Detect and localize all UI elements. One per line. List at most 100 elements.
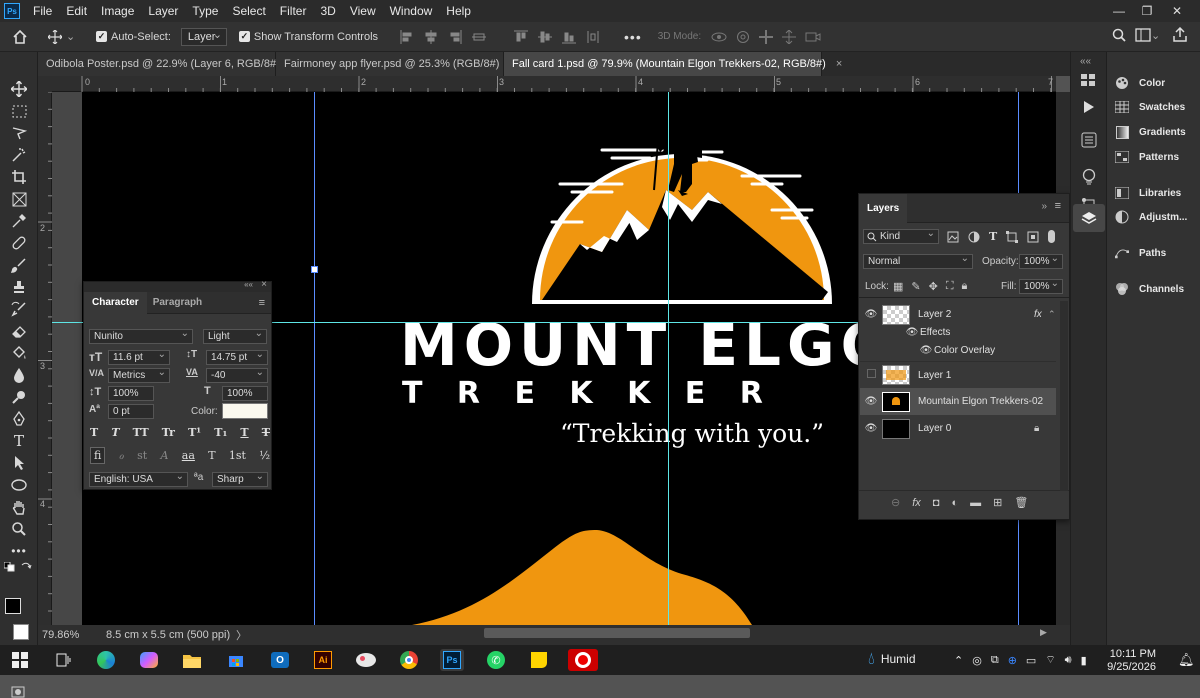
visibility-eye-icon[interactable]: 👁︎ [860,309,882,320]
photoshop-taskbar-icon[interactable]: Ps [440,649,464,671]
vertical-guide-left[interactable] [314,92,315,625]
align-vcenter-icon[interactable] [538,30,553,44]
kerning-dropdown[interactable]: Metrics [108,367,170,383]
weather-widget[interactable]: 💧︎ Humid [868,649,916,669]
tray-battery-level-icon[interactable]: ▮ [1081,654,1087,667]
tray-security-icon[interactable]: ⊕ [1008,654,1017,667]
outlook-icon[interactable]: O [268,649,292,671]
layer-row-mountain-elgon-trekkers-02[interactable]: 👁︎ Mountain Elgon Trekkers-02 [860,388,1056,415]
baseline-shift-field[interactable]: 0 pt [108,404,154,419]
show-transform-checkbox[interactable]: ✓ Show Transform Controls [238,31,378,43]
stylistic-alternates-button[interactable]: A [161,449,169,462]
paint-bucket-tool-icon[interactable] [9,344,29,362]
3d-orbit-icon[interactable] [711,30,727,44]
subscript-button[interactable]: T₁ [214,426,227,439]
color-panel-button[interactable]: Color [1115,76,1165,90]
blend-mode-dropdown[interactable]: Normal [863,253,973,269]
layer-row-layer-0[interactable]: 👁︎ Layer 0 🔒︎ [860,415,1056,442]
delete-layer-icon[interactable]: 🗑︎ [1014,496,1028,509]
lock-image-icon[interactable]: ✎ [911,280,920,293]
link-layers-icon[interactable]: ⊖ [891,496,900,509]
menu-window[interactable]: Window [383,4,440,18]
home-icon[interactable] [0,29,40,44]
titling-alternates-button[interactable]: aa [182,449,195,462]
quick-mask-icon[interactable] [11,686,25,698]
align-left-icon[interactable] [400,29,414,44]
underline-button[interactable]: T [240,426,248,439]
path-selection-tool-icon[interactable] [9,454,29,472]
channels-panel-button[interactable]: Channels [1115,282,1184,296]
visibility-eye-icon[interactable]: 👁︎ [904,327,920,338]
tab-layers[interactable]: Layers [859,194,908,223]
new-layer-icon[interactable]: ⊞ [993,496,1002,509]
menu-3d[interactable]: 3D [313,4,342,18]
expand-panels-icon[interactable]: «« [1080,56,1091,67]
whatsapp-icon[interactable]: ✆ [484,649,508,671]
ordinals-button[interactable]: T [208,449,215,462]
lock-artboard-icon[interactable]: ⛶ [946,280,954,293]
align-top-icon[interactable] [514,30,529,44]
menu-view[interactable]: View [343,4,383,18]
visibility-toggle-empty[interactable] [860,369,882,381]
type-tool-icon[interactable]: T [9,432,29,450]
horizontal-scale-field[interactable]: 100% [222,386,268,401]
menu-type[interactable]: Type [185,4,225,18]
faux-italic-button[interactable]: T [111,426,119,439]
auto-select-dropdown[interactable]: Layer [180,27,227,46]
vertical-scale-field[interactable]: 100% [108,386,154,401]
history-panel-icon[interactable] [1081,74,1095,86]
paths-panel-button[interactable]: Paths [1115,246,1166,260]
tab-fairmoney-flyer[interactable]: Fairmoney app flyer.psd @ 25.3% (RGB/8#)… [276,52,516,76]
font-style-dropdown[interactable]: Light [203,328,267,344]
new-adjustment-layer-icon[interactable]: ◐ [951,497,958,509]
swash-button[interactable]: st [137,449,147,462]
anti-alias-dropdown[interactable]: Sharp [212,471,268,487]
properties-panel-icon[interactable] [1081,132,1097,148]
menu-file[interactable]: File [26,4,59,18]
ligatures-button[interactable]: fi [90,447,106,464]
visibility-eye-icon[interactable]: 👁︎ [860,423,882,434]
collapse-panel-icon[interactable]: » [1041,201,1047,212]
superscript-button[interactable]: T¹ [188,426,201,439]
strikethrough-button[interactable]: T [262,426,270,439]
tray-volume-icon[interactable]: 🔊︎ [1065,654,1072,667]
ruler-horizontal[interactable]: 0 1 2 3 4 5 6 7 [52,76,1056,92]
lasso-tool-icon[interactable] [9,124,29,142]
move-tool-preset-icon[interactable]: ⌄ [48,29,92,44]
filter-pixel-icon[interactable] [947,231,959,243]
windows-start-icon[interactable] [8,649,32,671]
move-tool-icon[interactable] [9,80,29,98]
all-caps-button[interactable]: TT [133,426,149,439]
layers-panel-toggle[interactable] [1073,204,1105,232]
background-color-chip[interactable] [13,624,29,640]
character-panel-grip[interactable]: «« × [84,279,271,292]
layer-row-layer-1[interactable]: Layer 1 [860,361,1056,388]
paint-app-icon[interactable] [354,649,378,671]
tab-character[interactable]: Character [84,291,147,314]
pen-tool-icon[interactable] [9,410,29,428]
opera-browser-icon[interactable] [568,649,598,671]
transform-handle[interactable] [311,266,318,273]
swap-colors-icon[interactable] [20,562,32,572]
tray-wifi-icon[interactable]: ⌔ [1045,653,1055,667]
menu-layer[interactable]: Layer [141,4,185,18]
default-colors-icon[interactable] [4,562,16,572]
3d-slide-icon[interactable] [782,29,797,44]
marquee-tool-icon[interactable] [9,102,29,120]
chrome-icon[interactable] [397,649,421,671]
font-family-dropdown[interactable]: Nunito [89,328,193,344]
search-icon[interactable] [1112,28,1126,42]
tray-monitor-icon[interactable]: ⧉ [991,654,999,667]
tab-odibola-poster[interactable]: Odibola Poster.psd @ 22.9% (Layer 6, RGB… [38,52,296,76]
ruler-vertical[interactable]: 2 3 4 [38,92,52,625]
faux-bold-button[interactable]: T [90,426,98,439]
layer-effects-row[interactable]: 👁︎ Effects [860,323,1056,341]
filter-adjustment-icon[interactable] [968,231,980,243]
align-hcenter-icon[interactable] [424,29,438,44]
layer-name[interactable]: Layer 1 [918,370,951,381]
3d-camera-icon[interactable] [805,30,821,44]
filter-type-icon[interactable]: T [989,230,997,243]
workspace-icon[interactable] [1135,28,1151,42]
auto-select-checkbox[interactable]: ✓ Auto-Select: [96,31,171,43]
actions-play-icon[interactable] [1083,100,1095,114]
